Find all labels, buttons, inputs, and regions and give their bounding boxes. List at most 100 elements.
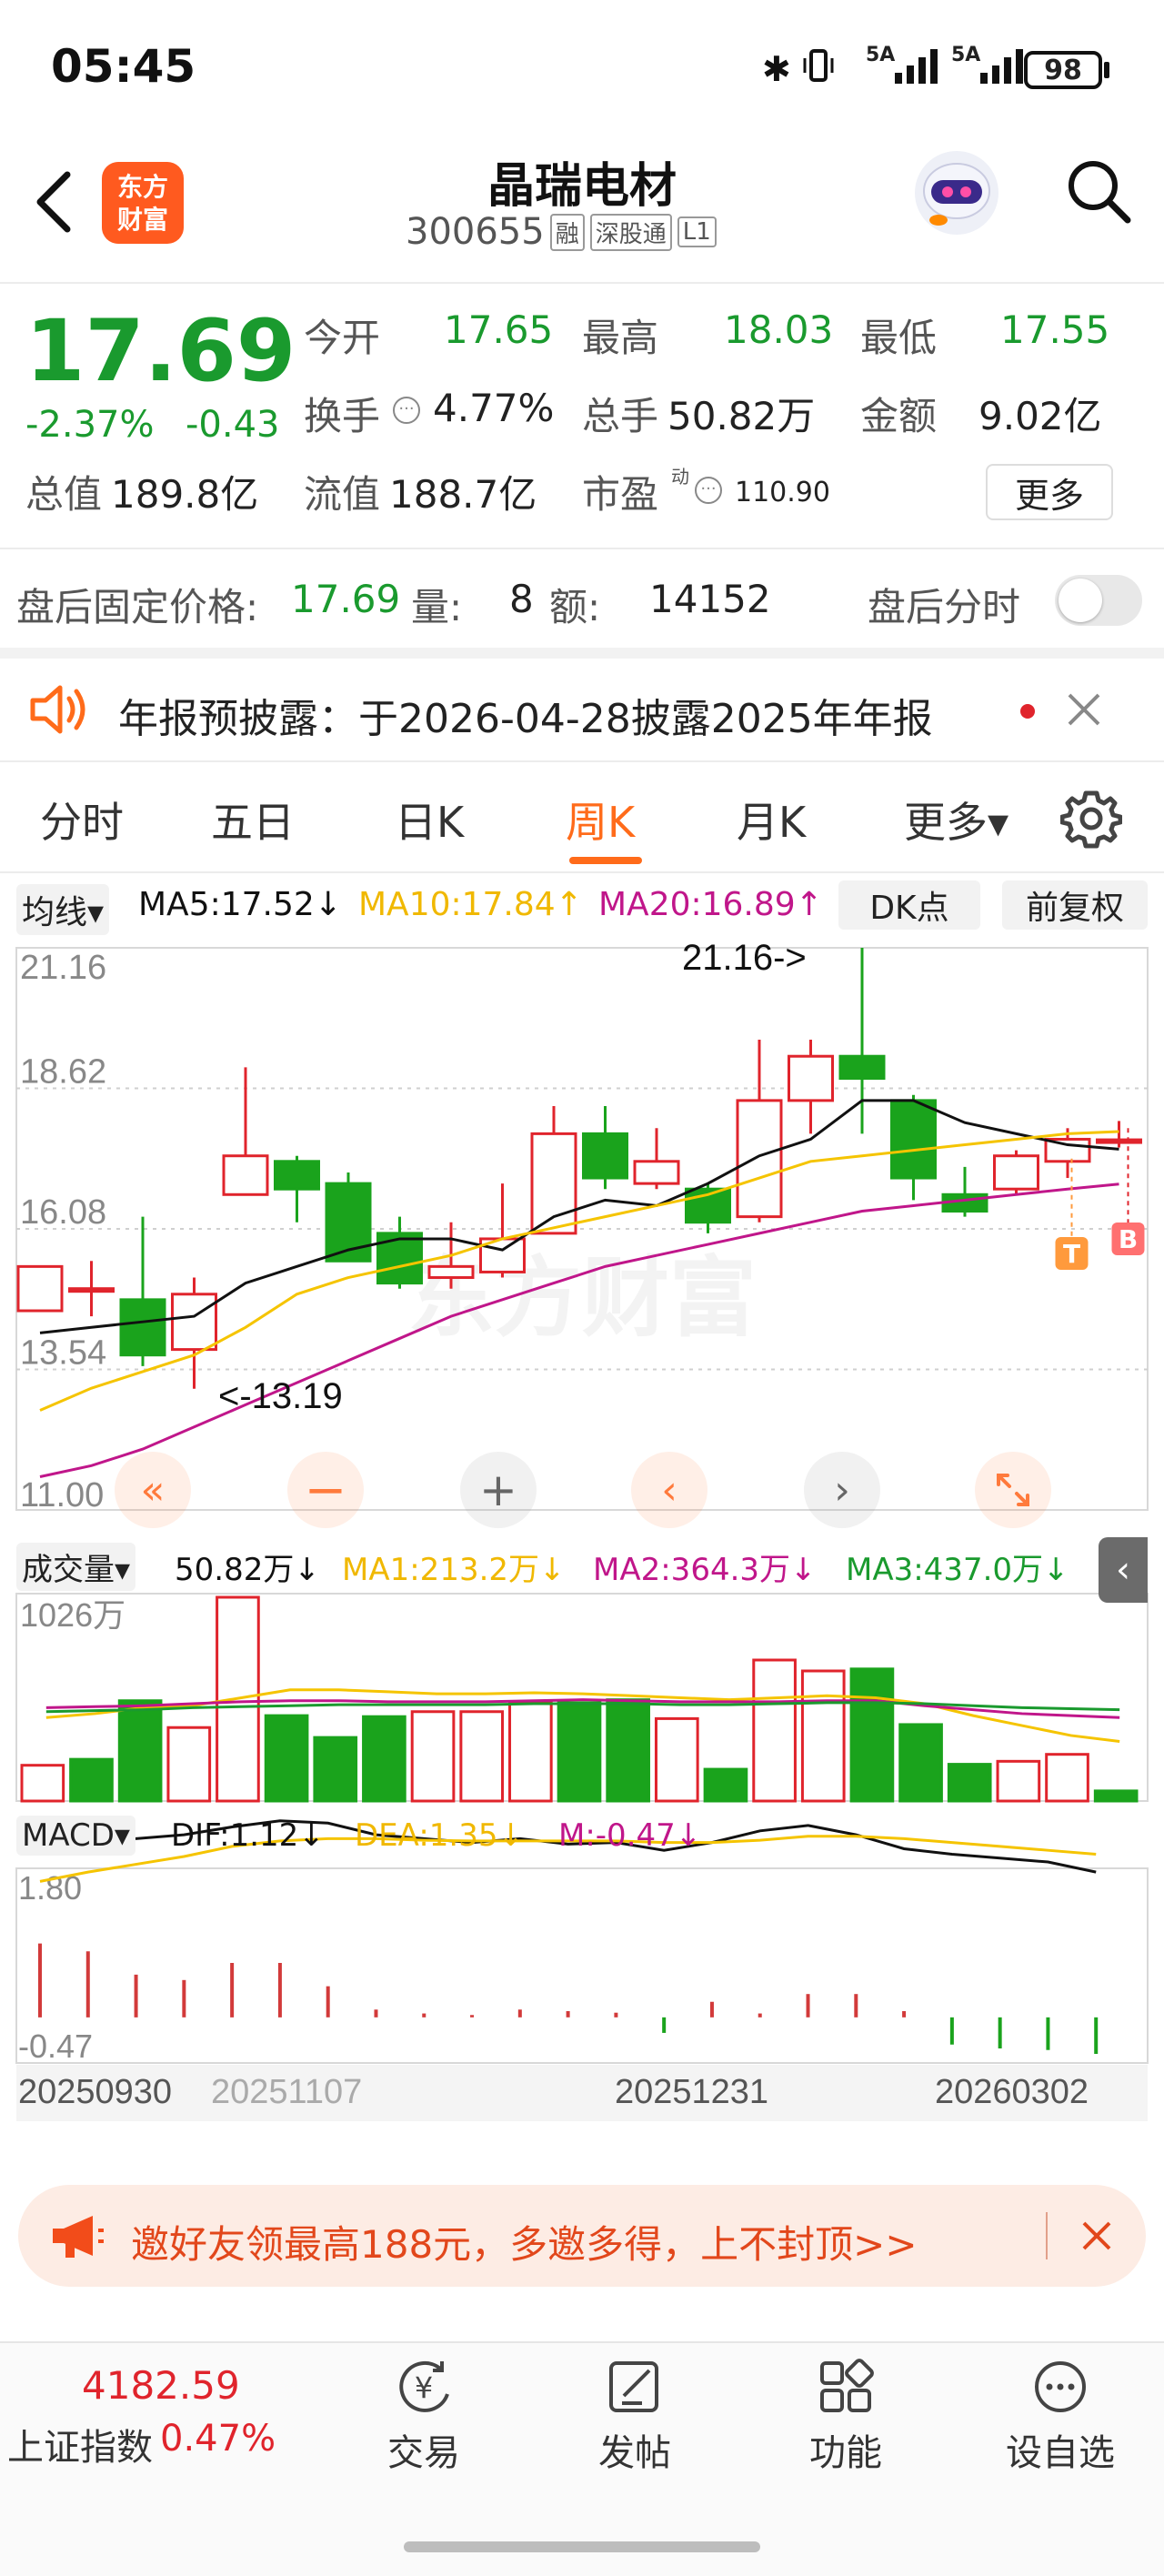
volume-bar <box>898 1723 943 1803</box>
more-button[interactable]: 更多 <box>986 464 1113 520</box>
tab-more[interactable]: 更多▾ <box>904 790 1008 850</box>
toggle-knob <box>1059 579 1102 622</box>
divider <box>0 871 1164 873</box>
info-icon[interactable]: ··· <box>695 477 722 504</box>
volume-bar <box>1045 1753 1089 1803</box>
next-icon[interactable]: › <box>804 1452 880 1528</box>
amount-label: 金额 <box>860 394 938 438</box>
macd-select[interactable]: MACD▾ <box>16 1816 135 1856</box>
grid-icon <box>820 2359 874 2412</box>
volume-bar <box>996 1759 1041 1803</box>
notice-dot <box>1020 704 1035 719</box>
volume-bar <box>849 1667 895 1803</box>
search-icon[interactable] <box>1062 155 1135 227</box>
prev-icon[interactable]: ‹ <box>631 1452 707 1528</box>
macd-chart: 1.80-0.4720250930 20251107 20251231 2026030… <box>15 1819 1149 2121</box>
tab-intraday[interactable]: 分时 <box>40 790 124 850</box>
volume-bar <box>800 1669 846 1803</box>
volume-bar <box>557 1701 602 1803</box>
tab-weekly[interactable]: 周K <box>566 790 635 850</box>
volume-bar <box>654 1716 699 1803</box>
ma-indicator-row: 均线▾ MA5:17.52↓ MA10:17.84↑ MA20:16.89↑ D… <box>0 875 1164 935</box>
after-hours-toggle-label: 盘后分时 <box>868 585 1021 629</box>
volume-select[interactable]: 成交量▾ <box>16 1543 136 1591</box>
post-button[interactable]: 发帖 <box>589 2358 680 2476</box>
dk-button[interactable]: DK点 <box>838 880 980 930</box>
candle-body <box>838 1054 886 1081</box>
candle-body <box>171 1293 217 1352</box>
high-value: 18.03 <box>724 307 834 352</box>
signal-2: 5A <box>951 44 1029 89</box>
volume-value: 50.82万 <box>667 394 816 438</box>
ma20-value: MA20:16.89↑ <box>598 886 823 923</box>
ma-select[interactable]: 均线▾ <box>16 884 110 935</box>
close-icon[interactable] <box>1062 688 1106 731</box>
add-watchlist-button[interactable]: 设自选 <box>997 2358 1124 2476</box>
info-icon[interactable]: ··· <box>393 397 420 424</box>
bluetooth-icon: ✱ <box>762 49 791 89</box>
volume-y-tick: 1026万 <box>20 1596 125 1634</box>
rewind-icon[interactable]: « <box>115 1452 191 1528</box>
robot-assistant-icon[interactable] <box>911 147 1002 238</box>
trade-button[interactable]: ¥ 交易 <box>378 2358 469 2476</box>
function-button[interactable]: 功能 <box>800 2358 891 2476</box>
mktcap-label: 总值 <box>25 472 103 517</box>
y-tick-label: 16.08 <box>20 1193 106 1232</box>
watermark: 东方财富 <box>407 1247 757 1349</box>
marker-b-text: B <box>1119 1224 1138 1254</box>
home-indicator <box>404 2541 760 2552</box>
date-label: 20250930 <box>18 2073 172 2111</box>
close-icon[interactable] <box>1077 2216 1117 2256</box>
promo-banner[interactable]: 邀好友领最高188元，多邀多得，上不封顶>> <box>18 2185 1146 2287</box>
candle-body <box>530 1132 577 1235</box>
index-name[interactable]: 上证指数 <box>7 2418 153 2470</box>
edit-icon <box>609 2361 658 2412</box>
low-annotation: <-13.19 <box>218 1376 343 1416</box>
stock-code: 300655 <box>406 211 545 253</box>
after-hours-toggle[interactable] <box>1055 575 1142 626</box>
notice-bar[interactable]: 年报预披露：于2026-04-28披露2025年年报 <box>0 659 1164 759</box>
candle-body <box>890 1099 937 1180</box>
volume-bar <box>166 1726 212 1803</box>
adjust-button[interactable]: 前复权 <box>1002 880 1148 930</box>
back-icon[interactable] <box>27 166 82 238</box>
volume-value: 50.82万↓ <box>175 1552 320 1588</box>
vol-ma3: MA3:437.0万↓ <box>846 1552 1069 1588</box>
collapse-panel-button[interactable]: ‹ <box>1099 1537 1148 1603</box>
tab-five-day[interactable]: 五日 <box>211 790 295 850</box>
status-bar: 05:45 ✱ 5A 5A 98 <box>0 0 1164 136</box>
tab-daily[interactable]: 日K <box>395 790 464 850</box>
index-value[interactable]: 4182.59 <box>82 2363 240 2408</box>
macd-indicator-row: MACD▾ DIF:1.12↓ DEA:1.35↓ M:-0.47↓ <box>0 1810 1164 1863</box>
fullscreen-icon[interactable] <box>975 1452 1051 1528</box>
after-hours-amt: 14152 <box>649 577 771 621</box>
y-tick-label: 13.54 <box>20 1334 106 1373</box>
logo-line2: 财富 <box>116 205 168 235</box>
tab-monthly[interactable]: 月K <box>737 790 806 850</box>
candle-body <box>68 1287 115 1293</box>
gear-icon[interactable] <box>1059 788 1123 850</box>
mktcap-value: 189.8亿 <box>111 472 259 517</box>
section-gap <box>0 648 1164 659</box>
ma10-value: MA10:17.84↑ <box>358 886 583 923</box>
megaphone-icon <box>47 2210 105 2261</box>
low-label: 最低 <box>860 316 938 360</box>
volume-bar <box>264 1714 309 1803</box>
vibrate-icon <box>800 47 837 84</box>
turnover-value: 4.77% <box>433 386 555 430</box>
candle-body <box>222 1154 269 1196</box>
tag-level: L1 <box>677 216 717 247</box>
high-annotation: 21.16-> <box>682 938 807 978</box>
dea-value: DEA:1.35↓ <box>355 1817 524 1854</box>
volume-bar <box>703 1767 748 1803</box>
zoom-in-icon[interactable]: + <box>460 1452 537 1528</box>
volume-bar <box>752 1658 797 1803</box>
volume-bar <box>508 1700 553 1803</box>
candle-body <box>427 1264 475 1280</box>
header: 东方 财富 晶瑞电材 300655 融 深股通 L1 <box>0 136 1164 282</box>
tab-active-indicator <box>569 857 642 864</box>
volume-bar <box>606 1698 650 1803</box>
zoom-out-icon[interactable]: − <box>287 1452 364 1528</box>
after-hours-vol-label: 量: <box>411 585 463 629</box>
candle-body <box>788 1054 834 1102</box>
